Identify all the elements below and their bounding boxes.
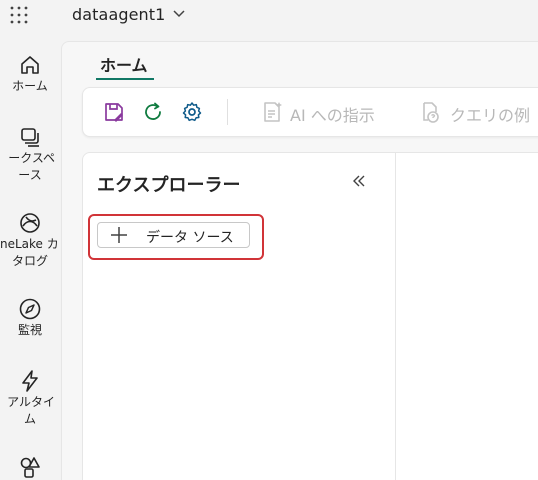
example-queries-icon <box>423 102 439 123</box>
ai-instructions-button[interactable]: AI への指示 <box>290 102 375 126</box>
rail-item-label: 監視 <box>17 323 42 337</box>
rail-item-onelake-catalog[interactable]: neLake カ タログ <box>0 210 60 270</box>
tab-home[interactable]: ホーム <box>100 52 148 76</box>
chevron-down-icon[interactable] <box>172 9 186 19</box>
save-icon[interactable] <box>102 100 126 124</box>
rail-item-label: タログ <box>11 254 48 268</box>
toolbar-divider <box>227 99 228 125</box>
rail-item-monitor[interactable]: 監視 <box>0 296 60 339</box>
monitor-icon <box>19 298 41 320</box>
rail-item-home[interactable]: ホーム <box>0 52 60 95</box>
plus-icon <box>111 227 127 243</box>
shapes-icon <box>20 457 40 478</box>
rail-item-realtime[interactable]: アルタイ ム <box>0 368 60 428</box>
left-nav-rail: ホーム ークスペ ース neLake カ タログ 監視 アルタイ ム <box>0 40 60 480</box>
collapse-pane-icon[interactable] <box>350 172 368 190</box>
rail-item-workspaces[interactable]: ークスペ ース <box>0 124 60 184</box>
refresh-icon[interactable] <box>141 100 165 124</box>
app-launcher-icon[interactable] <box>9 5 29 25</box>
rail-item-label: ークスペ <box>8 151 55 165</box>
rail-item-label: アルタイ <box>7 395 55 409</box>
rail-item-create[interactable] <box>0 454 60 480</box>
item-title[interactable]: dataagent1 <box>72 5 165 24</box>
example-queries-button[interactable]: クエリの例 <box>450 102 530 126</box>
add-data-source-label: データ ソース <box>146 230 234 246</box>
content-pane <box>396 152 538 480</box>
onelake-catalog-icon <box>20 213 40 233</box>
rail-item-label: ホーム <box>12 79 48 93</box>
tab-active-indicator <box>96 78 154 80</box>
top-bar: dataagent1 <box>0 0 538 30</box>
explorer-pane <box>82 152 396 480</box>
explorer-title: エクスプローラー <box>97 175 241 196</box>
rail-item-label: ース <box>18 168 42 182</box>
workspaces-icon <box>21 128 39 147</box>
ai-instructions-icon <box>264 102 282 122</box>
settings-icon[interactable] <box>180 100 204 124</box>
rail-item-label: neLake カ <box>0 237 59 251</box>
realtime-icon <box>22 370 38 392</box>
home-icon <box>21 56 39 74</box>
rail-item-label: ム <box>23 412 36 426</box>
